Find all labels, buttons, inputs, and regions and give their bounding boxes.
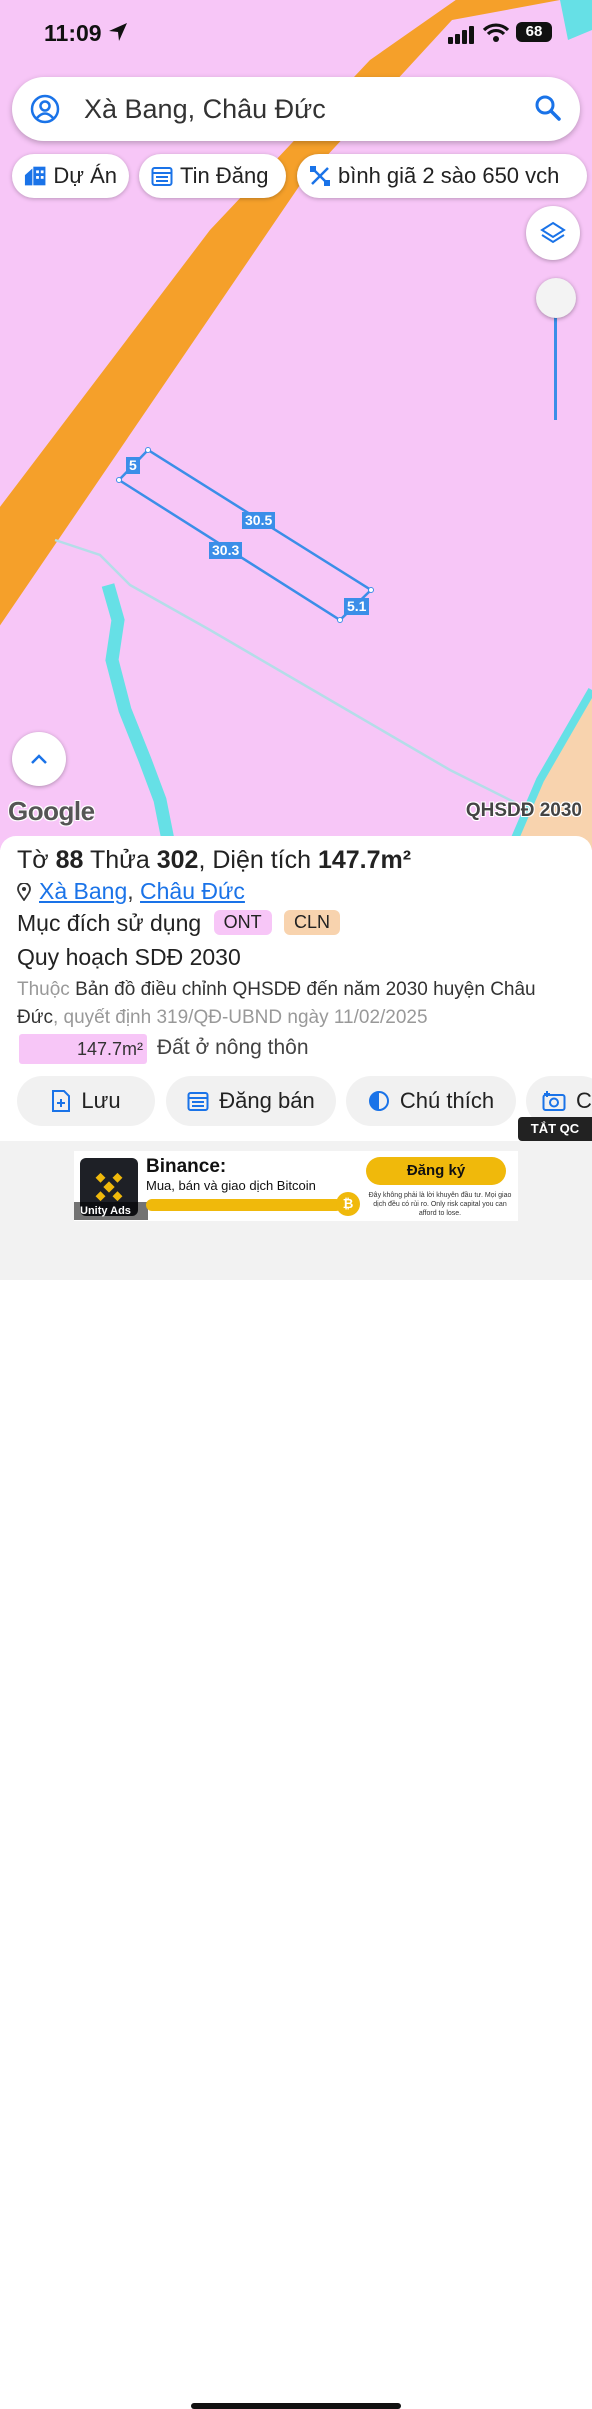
ad-disclaimer: Đây không phải là lời khuyên đầu tư. Mọi… (368, 1192, 512, 1217)
belongs-prefix: Thuộc (17, 979, 70, 1000)
legend-button[interactable]: Chú thích (346, 1076, 516, 1126)
area-label: , Diện tích (198, 846, 311, 874)
parcel-location: Xà Bang, Châu Đức (17, 878, 245, 905)
district-link[interactable]: Châu Đức (140, 878, 245, 904)
ad-network-label: Unity Ads (74, 1202, 148, 1220)
land-use-row: Mục đích sử dụng ONT CLN (17, 910, 340, 937)
ad-signup-button[interactable]: Đăng ký (366, 1157, 506, 1185)
parcel-outline (117, 448, 374, 622)
thua-value: 302 (156, 846, 199, 874)
parcel-title: Tờ 88 Thửa 302, Diện tích 147.7m² (17, 846, 411, 875)
ad-brand: Binance: (146, 1156, 227, 1177)
to-value: 88 (55, 846, 84, 874)
ad-tagline: Mua, bán và giao dịch Bitcoin (146, 1178, 316, 1193)
layers-button[interactable] (526, 206, 580, 260)
layers-icon (540, 221, 566, 244)
chip-saved-search[interactable]: bình giã 2 sào 650 vch (297, 154, 587, 198)
close-ad-button[interactable]: TẮT QC (518, 1117, 592, 1141)
chip-label: Dự Án (53, 163, 117, 188)
map-view[interactable]: 5 30.5 30.3 5.1 11:09 68 Xà Bang, Châu Đ… (0, 0, 592, 850)
wifi-icon (483, 23, 509, 42)
plan-description: Thuộc Bản đồ điều chỉnh QHSDĐ đến năm 20… (17, 976, 577, 1032)
chip-label: bình giã 2 sào 650 vch (338, 163, 560, 188)
post-sale-label: Đăng bán (219, 1088, 315, 1113)
plan-title: Quy hoạch SDĐ 2030 (17, 944, 241, 970)
boundary-line (54, 538, 521, 807)
parcel-info-sheet: Tờ 88 Thửa 302, Diện tích 147.7m² Xà Ban… (0, 836, 592, 1146)
status-time: 11:09 (44, 20, 102, 46)
cellular-signal-icon (448, 26, 474, 44)
chevron-up-icon (31, 754, 47, 764)
save-label: Lưu (81, 1088, 121, 1113)
location-arrow-icon (109, 23, 127, 41)
search-icon[interactable] (534, 94, 562, 122)
bitcoin-icon: ₿ (336, 1192, 360, 1216)
calendar-list-icon (187, 1092, 209, 1111)
account-icon[interactable] (30, 94, 60, 124)
dimension-right: 5.1 (344, 598, 370, 615)
opacity-slider-track[interactable] (554, 312, 557, 420)
google-logo: Google (8, 796, 95, 826)
land-use-tag-cln: CLN (283, 910, 340, 935)
calendar-list-icon (151, 167, 173, 186)
legend-label: Đất ở nông thôn (157, 1036, 309, 1059)
close-tools-icon (310, 166, 330, 186)
save-button[interactable]: Lưu (17, 1076, 155, 1126)
thua-label: Thửa (89, 846, 150, 874)
chip-label: Tin Đăng (180, 163, 269, 188)
half-circle-icon (368, 1091, 389, 1111)
chip-tin-dang[interactable]: Tin Đăng (139, 154, 286, 198)
legend-row: 147.7m² Đất ở nông thôn (19, 1034, 579, 1066)
dimension-top: 30.5 (242, 512, 276, 529)
save-file-icon (52, 1090, 71, 1112)
post-sale-button[interactable]: Đăng bán (166, 1076, 336, 1126)
opacity-slider-handle[interactable] (536, 278, 576, 318)
ad-progress-bar (146, 1199, 342, 1211)
status-bar: 11:09 68 (0, 18, 592, 50)
expand-up-button[interactable] (12, 732, 66, 786)
photo-label: C (576, 1088, 592, 1113)
land-use-label: Mục đích sử dụng (17, 910, 202, 936)
canal-left (101, 583, 177, 850)
camera-icon (542, 1091, 566, 1111)
to-label: Tờ (17, 846, 49, 874)
land-use-tag-ont: ONT (213, 910, 272, 935)
commune-link[interactable]: Xà Bang (39, 878, 127, 904)
battery-indicator: 68 (516, 22, 552, 42)
search-bar[interactable]: Xà Bang, Châu Đức (12, 77, 580, 141)
ad-banner[interactable]: Unity Ads Binance: Mua, bán và giao dịch… (74, 1151, 518, 1221)
map-layer-label: QHSDĐ 2030 (465, 800, 582, 821)
ad-area: Unity Ads Binance: Mua, bán và giao dịch… (0, 1141, 592, 2409)
building-icon (24, 166, 46, 186)
location-pin-icon (17, 882, 31, 902)
dimension-bottom: 30.3 (209, 542, 243, 559)
search-input[interactable]: Xà Bang, Châu Đức (84, 94, 326, 125)
legend-swatch: 147.7m² (19, 1034, 147, 1064)
dimension-left: 5 (126, 457, 140, 474)
legend-button-label: Chú thích (399, 1088, 495, 1113)
chip-du-an[interactable]: Dự Án (12, 154, 129, 198)
area-value: 147.7m² (317, 846, 412, 874)
home-indicator[interactable] (191, 2403, 401, 2409)
decision-text: , quyết định 319/QĐ-UBND ngày 11/02/2025 (52, 1007, 428, 1028)
